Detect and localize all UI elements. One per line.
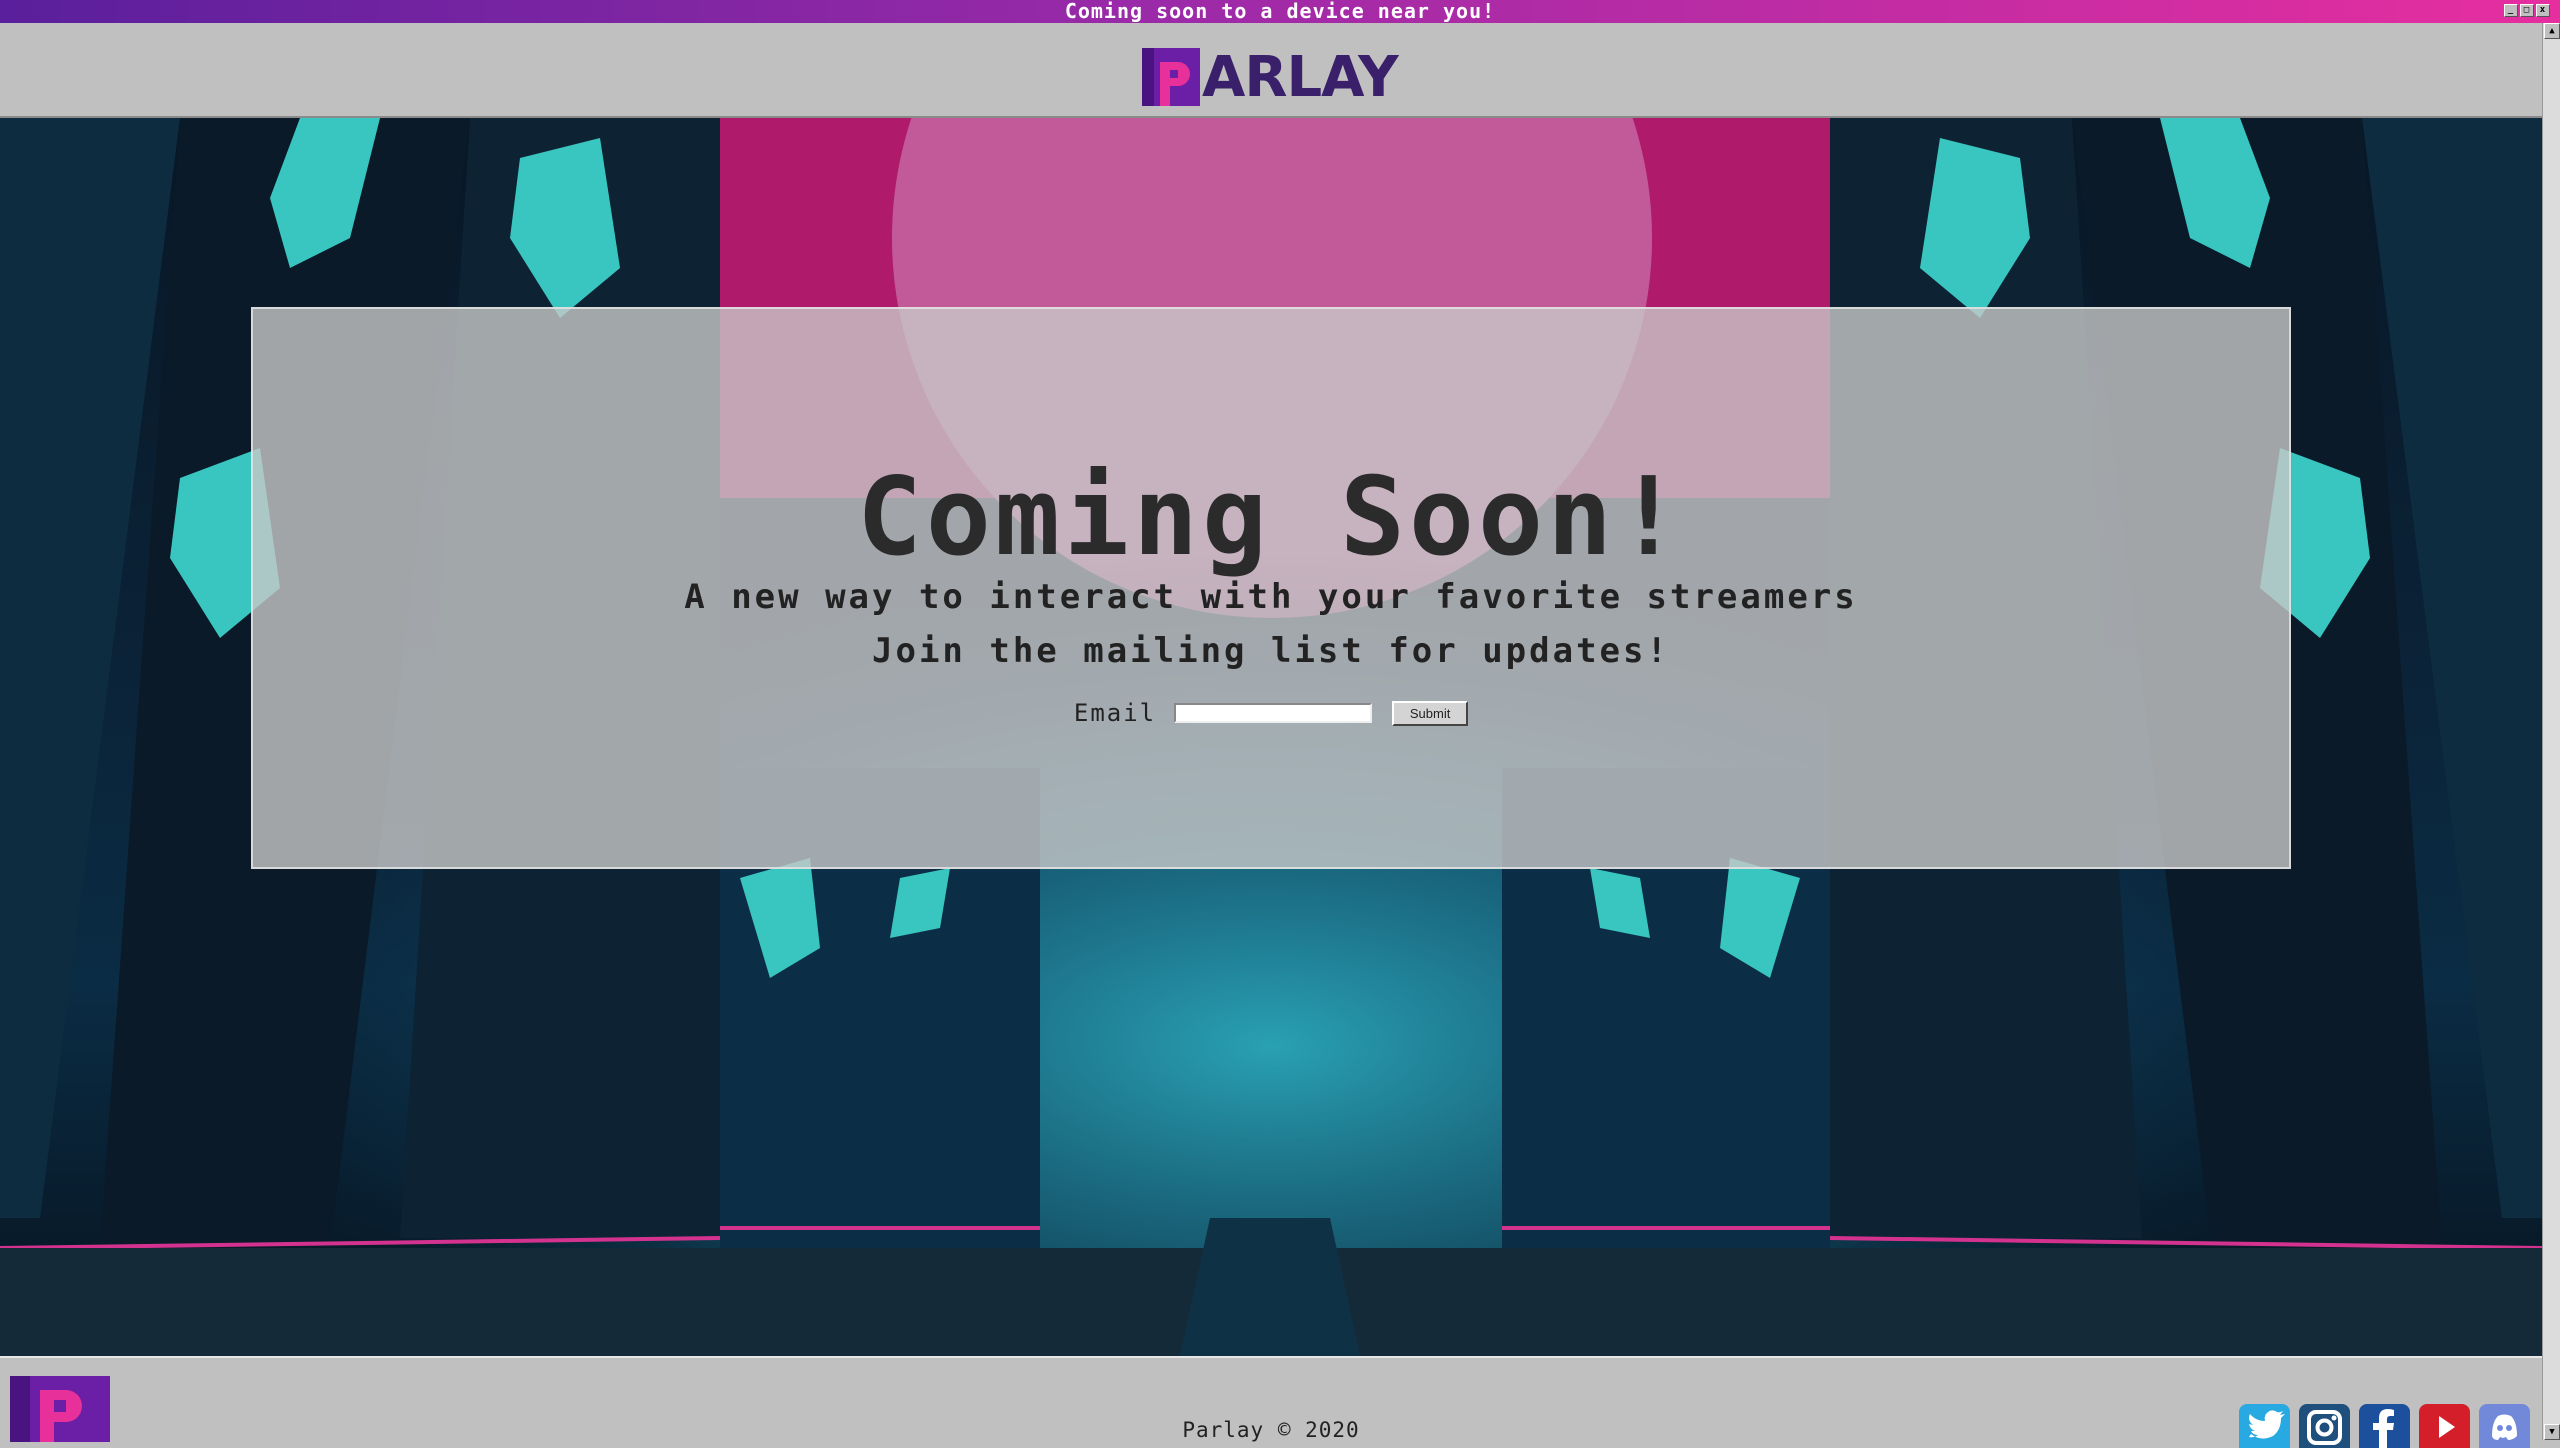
maximize-button[interactable]: □ [2520, 4, 2534, 17]
coming-soon-panel: Coming Soon! A new way to interact with … [251, 307, 2291, 869]
window-controls: _ □ x [2504, 4, 2550, 17]
page-title: Coming Soon! [856, 455, 1686, 580]
logo-p-mark [1142, 48, 1200, 106]
email-field[interactable] [1174, 703, 1373, 723]
vertical-scrollbar[interactable]: ▲ ▼ [2542, 23, 2560, 1440]
submit-button[interactable]: Submit [1392, 700, 1469, 726]
tagline: A new way to interact with your favorite… [684, 577, 1858, 617]
minimize-button[interactable]: _ [2504, 4, 2518, 17]
copyright-text: Parlay © 2020 [1182, 1418, 1360, 1442]
mailing-list-form: Email Submit [253, 699, 2289, 727]
site-footer: Parlay © 2020 [0, 1356, 2542, 1448]
twitter-icon[interactable] [2239, 1404, 2290, 1448]
mailing-list-prompt: Join the mailing list for updates! [872, 631, 1670, 671]
youtube-icon[interactable] [2419, 1404, 2470, 1448]
close-button[interactable]: x [2536, 4, 2550, 17]
scroll-down-button[interactable]: ▼ [2544, 1424, 2560, 1440]
logo-wordmark: ARLAY [1142, 44, 1399, 110]
discord-icon[interactable] [2479, 1404, 2530, 1448]
window-title-bar: Coming soon to a device near you! _ □ x [0, 0, 2560, 23]
window-title: Coming soon to a device near you! [1064, 0, 1496, 23]
parlay-logo[interactable]: ARLAY [1142, 44, 1402, 110]
instagram-icon[interactable] [2299, 1404, 2350, 1448]
scroll-up-button[interactable]: ▲ [2544, 23, 2560, 39]
site-header: ARLAY [0, 23, 2542, 118]
social-links [2239, 1404, 2530, 1448]
background-scene: Coming Soon! A new way to interact with … [0, 118, 2542, 1356]
facebook-icon[interactable] [2359, 1404, 2410, 1448]
logo-text: ARLAY [1202, 44, 1399, 110]
email-label: Email [1073, 699, 1157, 727]
